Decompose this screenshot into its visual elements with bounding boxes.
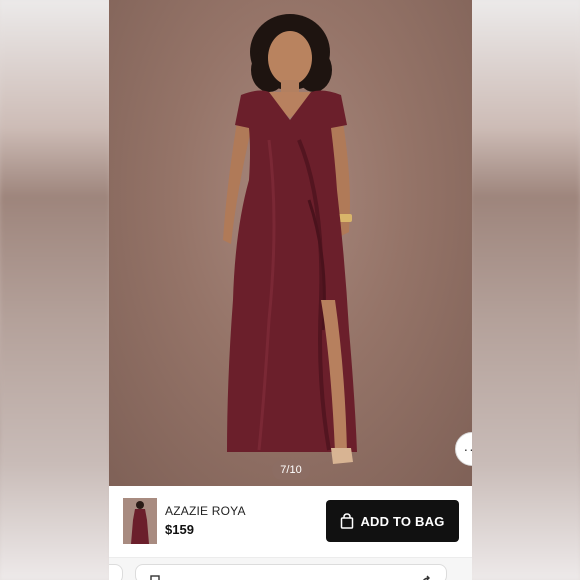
- bottom-toolbar: [109, 558, 472, 580]
- product-page: 7/10 ··· AZAZIE ROYA $159 ADD TO BAG: [109, 0, 472, 580]
- model-illustration: [223, 14, 357, 464]
- thumbnail-illustration: [131, 501, 149, 544]
- product-thumbnail[interactable]: [123, 498, 157, 544]
- share-icon: [150, 575, 160, 580]
- product-photo[interactable]: 7/10 ···: [109, 0, 472, 486]
- product-bar: AZAZIE ROYA $159 ADD TO BAG: [109, 486, 472, 558]
- gallery-counter: 7/10: [272, 460, 310, 480]
- background-blur-right: [470, 0, 580, 580]
- add-to-bag-label: ADD TO BAG: [360, 513, 445, 529]
- forward-icon: [422, 575, 430, 580]
- bottom-left-button[interactable]: [109, 564, 123, 580]
- bottom-action-bar[interactable]: [135, 564, 447, 580]
- shopping-bag-icon: [341, 513, 354, 529]
- add-to-bag-button[interactable]: ADD TO BAG: [326, 500, 459, 542]
- product-price: $159: [165, 522, 194, 537]
- background-blur-left: [0, 0, 110, 580]
- product-name: AZAZIE ROYA: [165, 504, 246, 518]
